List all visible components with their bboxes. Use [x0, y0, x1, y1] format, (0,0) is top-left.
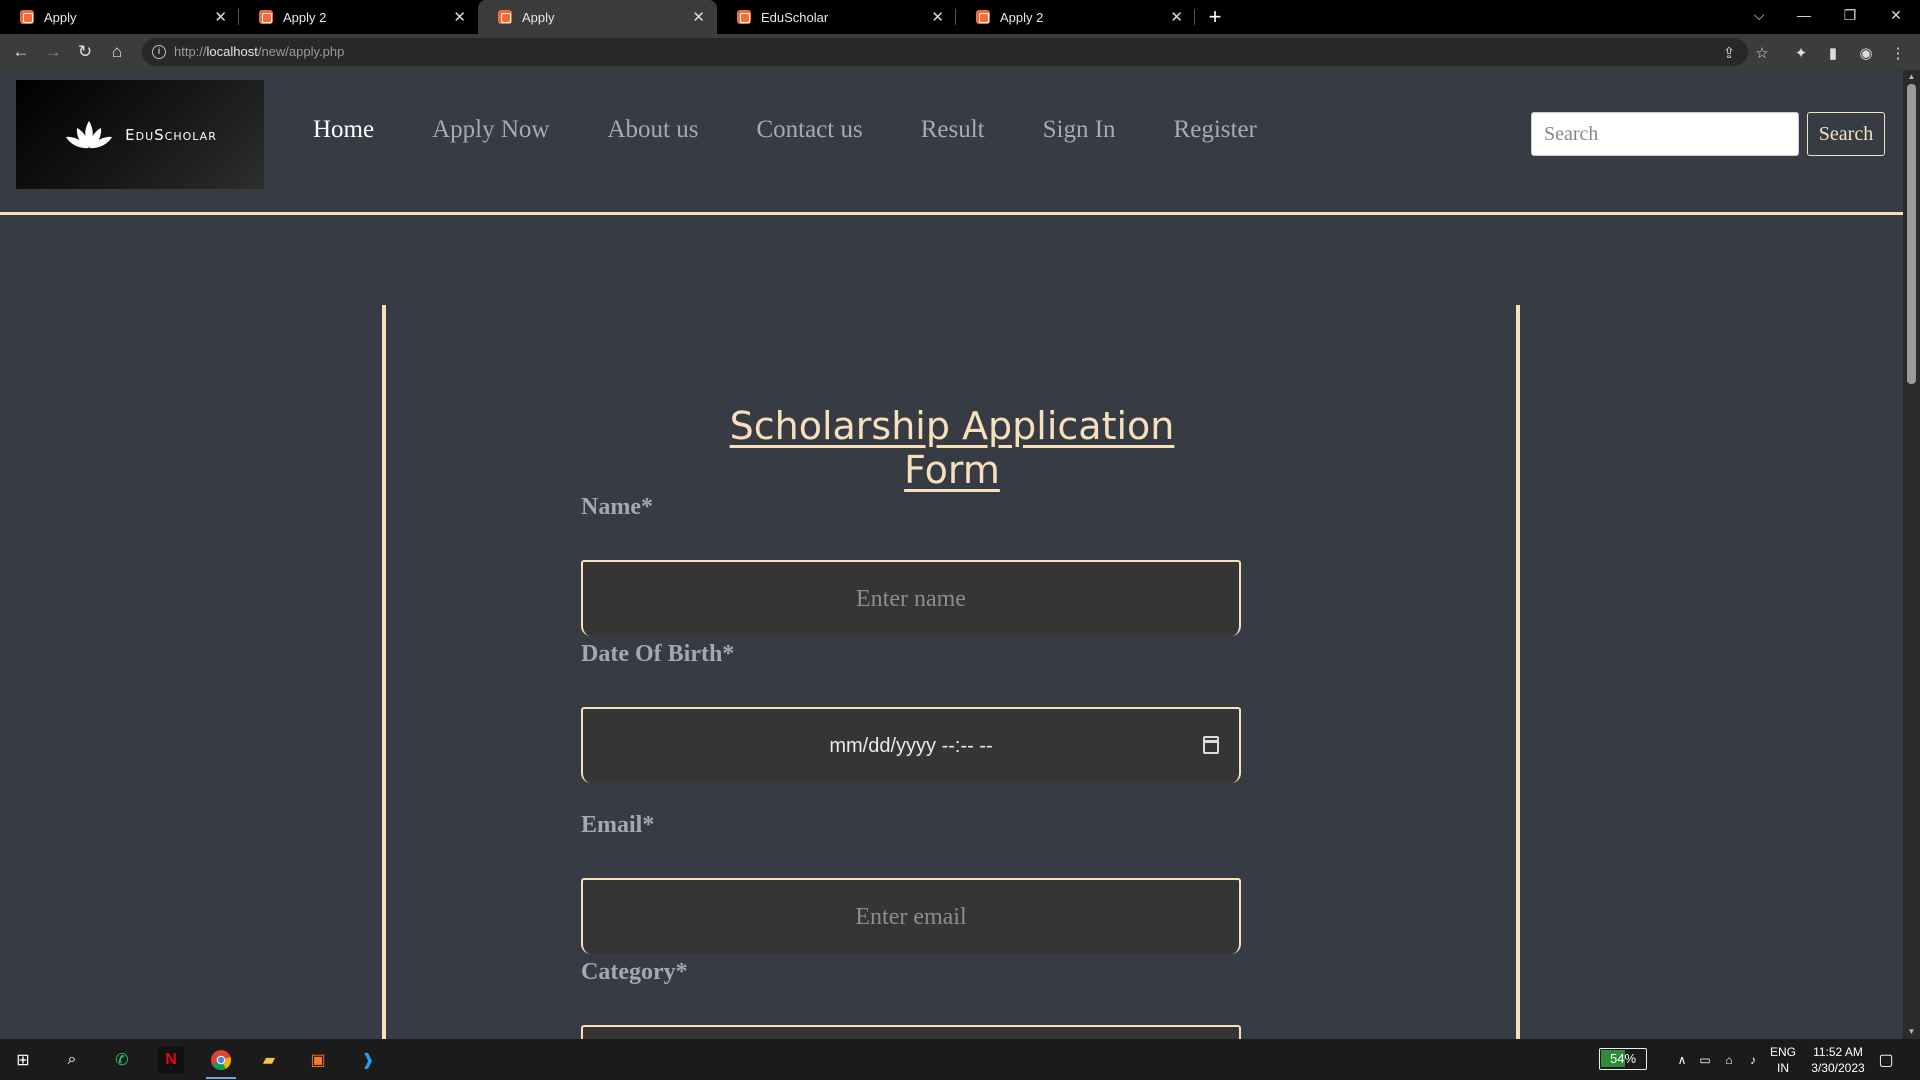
tab-close-icon[interactable]: ✕ [931, 8, 944, 26]
xampp-favicon-icon [737, 10, 751, 24]
tab-title: Apply 2 [1000, 9, 1044, 25]
tab-title: EduScholar [761, 9, 829, 25]
windows-start-icon[interactable]: ⊞ [10, 1047, 36, 1073]
tab-search-chevron-icon[interactable]: ⌵ [1736, 0, 1782, 30]
clock-time: 11:52 AM [1813, 1045, 1863, 1059]
nav-about-us[interactable]: About us [607, 116, 698, 144]
tab-title: Apply [44, 9, 77, 25]
dob-field[interactable]: mm/dd/yyyy --:-- -- [581, 707, 1241, 783]
name-field[interactable]: Enter name [581, 560, 1241, 636]
main-nav: Home Apply Now About us Contact us Resul… [313, 116, 1315, 144]
scrollbar-thumb[interactable] [1907, 84, 1916, 384]
search-icon[interactable]: ⌕ [59, 1047, 85, 1073]
browser-tab-strip: Apply ✕ Apply 2 ✕ Apply ✕ EduScholar ✕ A… [0, 0, 1920, 34]
chrome-active-indicator [206, 1077, 236, 1079]
clock-date: 3/30/2023 [1811, 1061, 1865, 1075]
nav-result[interactable]: Result [921, 116, 985, 144]
xampp-favicon-icon [976, 10, 990, 24]
tab-close-icon[interactable]: ✕ [214, 8, 227, 26]
search-input[interactable] [1531, 112, 1799, 156]
lotus-icon [66, 120, 113, 148]
browser-tab[interactable]: EduScholar ✕ [717, 0, 956, 34]
reload-icon[interactable]: ↻ [72, 39, 98, 65]
chrome-logo [211, 1050, 231, 1071]
web-page: EduScholar Home Apply Now About us Conta… [0, 70, 1903, 1039]
battery-tray-icon[interactable]: ▭ [1692, 1047, 1718, 1073]
menu-kebab-icon[interactable]: ⋮ [1887, 42, 1909, 64]
scroll-down-icon[interactable]: ▼ [1906, 1027, 1917, 1037]
browser-tab[interactable]: Apply 2 ✕ [239, 0, 478, 34]
category-label: Category* [581, 959, 688, 985]
email-field[interactable]: Enter email [581, 878, 1241, 954]
tab-title: Apply [522, 9, 555, 25]
nav-contact-us[interactable]: Contact us [756, 116, 862, 144]
clock[interactable]: 11:52 AM 3/30/2023 [1804, 1044, 1872, 1076]
name-placeholder: Enter name [856, 585, 966, 612]
logo-text: EduScholar [125, 125, 217, 144]
nav-apply-now[interactable]: Apply Now [432, 116, 549, 144]
battery-percent: 54% [1609, 1051, 1637, 1066]
form-right-border [1516, 305, 1520, 1039]
nav-register[interactable]: Register [1174, 116, 1257, 144]
netflix-icon[interactable]: N [158, 1047, 184, 1073]
address-bar[interactable]: i http://localhost/new/apply.php [142, 38, 1748, 66]
back-arrow-icon[interactable]: ← [8, 39, 34, 65]
chrome-icon[interactable] [208, 1047, 234, 1073]
xampp-favicon-icon [20, 10, 34, 24]
site-logo[interactable]: EduScholar [16, 80, 264, 189]
close-window-button[interactable]: ✕ [1873, 0, 1919, 30]
search-button[interactable]: Search [1807, 112, 1885, 156]
whatsapp-icon[interactable]: ✆ [109, 1047, 135, 1073]
language-code: ENG [1769, 1045, 1796, 1059]
nav-home[interactable]: Home [313, 116, 374, 144]
browser-tab-active[interactable]: Apply ✕ [478, 0, 717, 34]
battery-indicator[interactable]: 54% [1599, 1048, 1647, 1070]
home-icon[interactable]: ⌂ [104, 39, 130, 65]
dob-label: Date Of Birth* [581, 641, 735, 667]
name-label: Name* [581, 494, 653, 520]
tab-divider [1194, 9, 1195, 25]
new-tab-button[interactable]: + [1195, 0, 1235, 34]
tab-close-icon[interactable]: ✕ [453, 8, 466, 26]
windows-taskbar: ⊞ ⌕ ✆ N ▰ ▣ ❱ 54% ∧ ▭ ⌂ ♪ ENG IN 11:52 A… [0, 1039, 1920, 1080]
nav-sign-in[interactable]: Sign In [1043, 116, 1116, 144]
browser-tab[interactable]: Apply ✕ [0, 0, 239, 34]
network-icon[interactable]: ⌂ [1716, 1047, 1742, 1073]
scroll-up-icon[interactable]: ▲ [1906, 72, 1917, 82]
site-info-icon[interactable]: i [152, 45, 166, 59]
url-text[interactable]: http://localhost/new/apply.php [174, 44, 344, 59]
browser-tab[interactable]: Apply 2 ✕ [956, 0, 1195, 34]
profile-avatar-icon[interactable]: ◉ [1855, 42, 1877, 64]
xampp-icon[interactable]: ▣ [305, 1047, 331, 1073]
language-indicator[interactable]: ENG IN [1767, 1044, 1799, 1076]
vscode-icon[interactable]: ❱ [355, 1047, 381, 1073]
forward-arrow-icon[interactable]: → [40, 39, 66, 65]
volume-icon[interactable]: ♪ [1740, 1047, 1766, 1073]
bookmark-star-icon[interactable]: ☆ [1751, 42, 1773, 64]
dob-placeholder: mm/dd/yyyy --:-- -- [829, 734, 993, 757]
header-divider [0, 212, 1903, 215]
browser-toolbar: ← → ↻ ⌂ i http://localhost/new/apply.php [0, 34, 1920, 70]
minimize-button[interactable]: — [1781, 0, 1827, 30]
extensions-puzzle-icon[interactable]: ✦ [1790, 42, 1812, 64]
calendar-icon[interactable] [1203, 736, 1219, 754]
tab-title: Apply 2 [283, 9, 327, 25]
side-panel-icon[interactable]: ▮ [1822, 42, 1844, 64]
region-code: IN [1777, 1061, 1789, 1075]
form-left-border [382, 305, 386, 1039]
tab-close-icon[interactable]: ✕ [1170, 8, 1183, 26]
share-icon[interactable]: ⇪ [1718, 42, 1740, 64]
email-label: Email* [581, 812, 655, 838]
file-explorer-icon[interactable]: ▰ [256, 1047, 282, 1073]
category-select[interactable] [581, 1025, 1241, 1039]
tab-close-icon[interactable]: ✕ [692, 8, 705, 26]
xampp-favicon-icon [498, 10, 512, 24]
email-placeholder: Enter email [855, 903, 967, 930]
page-scrollbar[interactable]: ▲ ▼ [1903, 70, 1920, 1039]
notification-center-icon[interactable]: ▢ [1873, 1047, 1899, 1073]
form-title: Scholarship Application Form [729, 404, 1175, 492]
restore-button[interactable]: ❐ [1827, 0, 1873, 30]
xampp-favicon-icon [259, 10, 273, 24]
